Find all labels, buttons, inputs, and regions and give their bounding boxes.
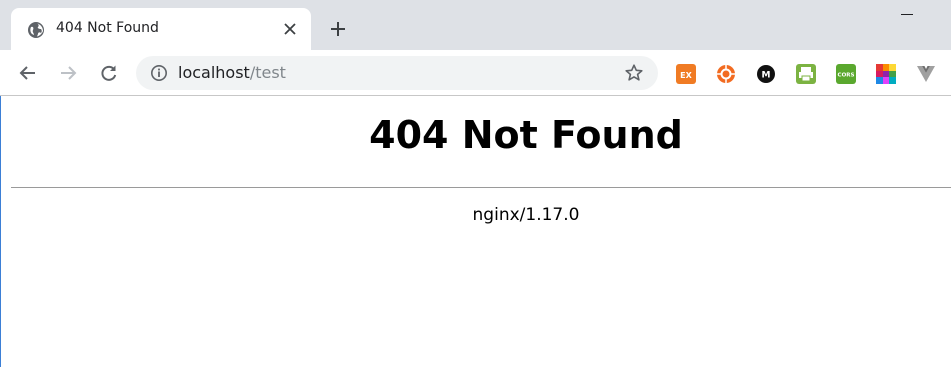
bookmark-star-icon[interactable] xyxy=(624,63,644,83)
cors-badge-icon: CORS xyxy=(836,64,856,84)
reload-icon xyxy=(101,65,117,81)
ex-extension-label: EX xyxy=(680,71,692,80)
url-text[interactable]: localhost/test xyxy=(178,63,286,82)
browser-window: 404 Not Found localhost/test EX M CORS 4… xyxy=(0,0,951,367)
color-grid-icon xyxy=(876,64,896,84)
orange-ring-extension-icon[interactable] xyxy=(716,64,736,84)
forward-button[interactable] xyxy=(56,61,80,85)
globe-icon xyxy=(28,22,44,38)
browser-toolbar: localhost/test EX M CORS xyxy=(0,50,951,96)
cors-extension-icon[interactable]: CORS xyxy=(836,64,856,84)
vuejs-devtools-icon[interactable] xyxy=(916,64,936,84)
page-content: 404 Not Found nginx/1.17.0 xyxy=(1,97,951,367)
server-signature: nginx/1.17.0 xyxy=(472,205,580,225)
page-heading: 404 Not Found xyxy=(369,113,683,157)
url-host: localhost xyxy=(178,63,250,82)
m-extension-icon[interactable]: M xyxy=(756,64,776,84)
m-extension-label: M xyxy=(762,71,771,81)
reload-button[interactable] xyxy=(97,61,121,85)
close-icon xyxy=(284,23,296,35)
cors-extension-label: CORS xyxy=(838,73,855,79)
printer-icon xyxy=(796,64,816,84)
ex-extension-icon[interactable]: EX xyxy=(676,64,696,84)
url-path: /test xyxy=(249,63,286,82)
vue-logo-icon xyxy=(917,66,935,82)
info-icon[interactable] xyxy=(150,64,168,82)
new-tab-button[interactable] xyxy=(326,17,350,41)
tab-title: 404 Not Found xyxy=(56,20,159,36)
address-bar[interactable]: localhost/test xyxy=(136,56,658,90)
ring-badge-icon xyxy=(717,65,735,83)
ex-badge-icon: EX xyxy=(676,64,696,84)
tab-close-button[interactable] xyxy=(279,18,301,40)
m-badge-icon: M xyxy=(757,65,775,83)
tab-strip: 404 Not Found xyxy=(0,0,951,50)
back-button[interactable] xyxy=(16,61,40,85)
divider xyxy=(11,187,951,188)
tab-active[interactable]: 404 Not Found xyxy=(11,8,311,50)
print-extension-icon[interactable] xyxy=(796,64,816,84)
minimize-window-button[interactable] xyxy=(898,14,916,16)
color-grid-extension-icon[interactable] xyxy=(876,64,896,84)
back-arrow-icon xyxy=(19,66,35,80)
forward-arrow-icon xyxy=(61,66,77,80)
plus-icon xyxy=(331,22,345,36)
